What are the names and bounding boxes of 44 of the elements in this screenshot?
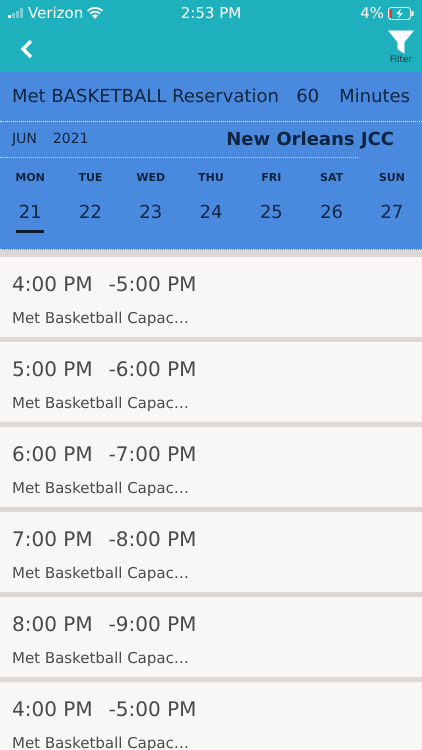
month-label: JUN (12, 130, 37, 149)
signal-icon (8, 8, 24, 18)
clock-time: 2:53 PM (180, 2, 242, 24)
time-slot-card[interactable]: 8:00 PM -9:00 PM Met Basketball Capac… (0, 596, 422, 676)
start-time: 8:00 PM (12, 610, 93, 638)
duration-value: 60 (296, 85, 320, 109)
day-tab[interactable]: SUN 27 (362, 170, 422, 232)
back-chevron-icon (20, 39, 34, 59)
end-time: -9:00 PM (108, 610, 196, 638)
start-time: 4:00 PM (12, 696, 93, 722)
start-time: 7:00 PM (12, 526, 93, 552)
reservation-title: Met BASKETBALL Reservation (12, 85, 280, 109)
battery-percent: 4% (360, 2, 384, 24)
time-slot-card[interactable]: 7:00 PM -8:00 PM Met Basketball Capac… (0, 512, 422, 592)
year-label: 2021 (52, 130, 90, 149)
day-tab[interactable]: THU 24 (180, 170, 242, 232)
end-time: -5:00 PM (108, 270, 196, 298)
time-slot-card[interactable]: 4:00 PM -5:00 PM Met Basketball Capac… (0, 256, 422, 336)
slot-name: Met Basketball Capac… (12, 392, 190, 414)
slot-name: Met Basketball Capac… (12, 478, 190, 498)
slot-name: Met Basketball Capac… (12, 562, 190, 584)
day-tab[interactable]: FRI 25 (241, 170, 302, 232)
start-time: 6:00 PM (12, 440, 93, 468)
day-tab[interactable]: TUE 22 (60, 170, 121, 232)
filter-button[interactable]: Filter (388, 30, 414, 68)
time-slot-card[interactable]: 6:00 PM -7:00 PM Met Basketball Capac… (0, 426, 422, 506)
funnel-icon (388, 30, 414, 54)
wifi-icon (87, 7, 104, 19)
carrier-name: Verizon (28, 2, 84, 24)
day-tab[interactable]: MON 21 (0, 170, 60, 232)
end-time: -6:00 PM (108, 356, 196, 382)
slot-name: Met Basketball Capac… (12, 648, 190, 668)
location-name: New Orleans JCC (226, 128, 394, 152)
time-slot-card[interactable]: 5:00 PM -6:00 PM Met Basketball Capac… (0, 342, 422, 422)
day-tab[interactable]: WED 23 (120, 170, 181, 232)
start-time: 4:00 PM (12, 270, 93, 298)
end-time: -5:00 PM (108, 696, 196, 722)
battery-icon (388, 6, 414, 20)
end-time: -7:00 PM (108, 440, 196, 468)
slot-name: Met Basketball Capac… (12, 308, 190, 328)
duration-unit: Minutes (339, 85, 410, 109)
day-tab[interactable]: SAT 26 (301, 170, 362, 232)
end-time: -8:00 PM (108, 526, 196, 552)
start-time: 5:00 PM (12, 356, 93, 382)
